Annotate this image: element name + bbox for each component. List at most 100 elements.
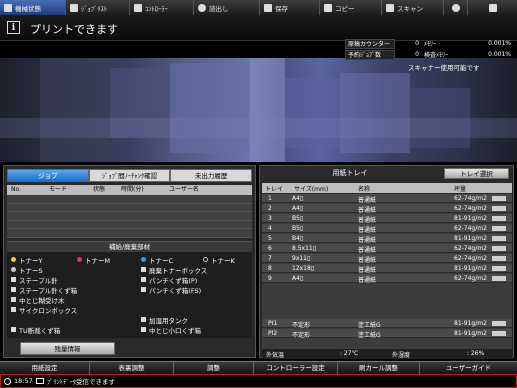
- remaining-info-button[interactable]: 残量情報: [20, 342, 115, 355]
- counter-value: 0: [415, 51, 419, 58]
- paper-level-icon: [492, 196, 506, 201]
- tab-language[interactable]: [444, 0, 468, 15]
- table-row[interactable]: 7 9x11▯ 普通紙 62-74g/m2: [262, 254, 512, 264]
- paper-level-icon: [492, 266, 506, 271]
- table-row[interactable]: 9 A4▯ 普通紙 62-74g/m2: [262, 274, 512, 284]
- humidity-label: 外湿度: [392, 352, 411, 359]
- tab-copy[interactable]: コピー: [320, 0, 382, 15]
- memory-label: ﾒﾓﾘｰ: [424, 41, 437, 48]
- column-header: サイズ(mm): [294, 186, 329, 193]
- tab-jobs[interactable]: ジョブ: [7, 169, 89, 182]
- column-header: 名称: [358, 186, 371, 193]
- table-row[interactable]: PI2 不定形 塗工紙G 81-91g/m2: [262, 329, 512, 339]
- tab-machine-status[interactable]: 機械状態: [0, 0, 66, 15]
- column-header: モード: [49, 186, 68, 193]
- tab-label: スキャン: [397, 4, 423, 13]
- table-row[interactable]: 8 12x18▯ 普通紙 81-91g/m2: [262, 264, 512, 274]
- environment-readout: 外気温 : 27℃ 外湿度 : 26%: [262, 349, 512, 359]
- scanner-status: スキャナー使用可能です: [408, 64, 480, 72]
- top-tab-bar: 機械状態 ｼﾞｮﾌﾞﾘｽﾄ ｺﾝﾄﾛｰﾗｰ 読出し 保存 コピー スキャン: [0, 0, 517, 15]
- paper-tray-panel: 用紙トレイ トレイ選択 トレイ サイズ(mm) 名称 坪量 1 A4▯ 普通紙 62-…: [259, 165, 514, 359]
- supply-item: パンチくず箱(P): [141, 275, 197, 285]
- status-bar: 18:57 ﾌﾟﾘﾝﾄﾃﾞｰﾀ受信できます: [0, 374, 517, 388]
- punch-box-icon: [141, 277, 146, 282]
- save-icon: [264, 3, 272, 12]
- tray-name: 塗工紙G: [358, 322, 381, 329]
- tray-weight: 81-91g/m2: [454, 320, 487, 327]
- controller-settings-button[interactable]: コントローラー設定: [254, 361, 338, 374]
- tray-name: 普通紙: [358, 267, 377, 274]
- tray-name: 塗工紙G: [358, 332, 381, 339]
- tab-save[interactable]: 保存: [260, 0, 320, 15]
- table-row[interactable]: [7, 195, 252, 204]
- table-row[interactable]: [7, 204, 252, 212]
- tab-label: ｺﾝﾄﾛｰﾗｰ: [145, 4, 168, 13]
- front-back-adjust-button[interactable]: 表裏調整: [90, 361, 174, 374]
- tray-tray: 1: [268, 195, 272, 202]
- table-row[interactable]: 2 A4▯ 普通紙 62-74g/m2: [262, 204, 512, 214]
- tray-name: 普通紙: [358, 277, 377, 284]
- tray-size: A4▯: [292, 195, 304, 202]
- copy-icon: [324, 3, 332, 12]
- tab-menu[interactable]: [468, 0, 517, 15]
- tab-controller[interactable]: ｺﾝﾄﾛｰﾗｰ: [130, 0, 194, 15]
- tray-weight: 81-91g/m2: [454, 265, 487, 272]
- paper-level-icon: [492, 206, 506, 211]
- tray-tray: 6: [268, 245, 272, 252]
- table-row[interactable]: PI1 不定形 塗工紙G 81-91g/m2: [262, 319, 512, 329]
- tray-name: 普通紙: [358, 217, 377, 224]
- table-row[interactable]: [7, 229, 252, 238]
- tab-label: ｼﾞｮﾌﾞﾘｽﾄ: [81, 4, 107, 13]
- table-row[interactable]: [7, 221, 252, 229]
- tray-name: 普通紙: [358, 207, 377, 214]
- tab-readout[interactable]: 読出し: [194, 0, 260, 15]
- tray-tray: 2: [268, 205, 272, 212]
- table-row[interactable]: 6 8.5x11▯ 普通紙 62-74g/m2: [262, 244, 512, 254]
- column-header: 状態: [93, 186, 106, 193]
- tray-weight: 81-91g/m2: [454, 235, 487, 242]
- table-row[interactable]: 4 B5▯ 普通紙 62-74g/m2: [262, 224, 512, 234]
- curl-adjust-button[interactable]: 刷カール調整: [338, 361, 420, 374]
- tray-name: 普通紙: [358, 227, 377, 234]
- tray-tray: 8: [268, 265, 272, 272]
- tray-panel-title: 用紙トレイ: [332, 169, 368, 177]
- table-row[interactable]: 5 B4▯ 普通紙 81-91g/m2: [262, 234, 512, 244]
- background-photo: [0, 58, 517, 162]
- toner-k-icon: [203, 257, 208, 262]
- tray-weight: 62-74g/m2: [454, 225, 487, 232]
- tab-job-check[interactable]: ｼﾞｮﾌﾞ間ﾉｰﾁｬﾝｸ確認: [88, 169, 171, 182]
- tray-size: 不定形: [292, 332, 311, 339]
- temperature-value: : 27℃: [340, 350, 359, 357]
- tray-table: 1 A4▯ 普通紙 62-74g/m2 2 A4▯ 普通紙 62-74g/m2 3 B5▯ 普通紙 8…: [262, 194, 512, 352]
- counter-row: 予約ｼﾞｮﾌﾞ数 0 検査ﾒﾓﾘｰ 0.001%: [345, 49, 515, 60]
- tray-size: A4▯: [292, 205, 304, 212]
- tab-scan[interactable]: スキャン: [382, 0, 444, 15]
- table-row[interactable]: 1 A4▯ 普通紙 62-74g/m2: [262, 194, 512, 204]
- supply-item: トナーY: [11, 255, 42, 265]
- supply-item: 中とじ糊受け木: [11, 295, 65, 305]
- supply-item: トナーK: [203, 255, 235, 265]
- tray-select-button[interactable]: トレイ選択: [444, 168, 509, 179]
- tab-unprinted-history[interactable]: 未出力履歴: [170, 169, 253, 182]
- cyclone-box-icon: [11, 307, 16, 312]
- adjust-button[interactable]: 調整: [174, 361, 254, 374]
- counter-label: 予約ｼﾞｮﾌﾞ数: [345, 49, 395, 60]
- job-supply-panel: ジョブ ｼﾞｮﾌﾞ間ﾉｰﾁｬﾝｸ確認 未出力履歴 No. モード 状態 時間(分…: [3, 165, 256, 358]
- job-tabs: ジョブ ｼﾞｮﾌﾞ間ﾉｰﾁｬﾝｸ確認 未出力履歴: [7, 169, 253, 182]
- status-message: ﾌﾟﾘﾝﾄﾃﾞｰﾀ受信できます: [46, 378, 115, 386]
- tray-weight: 62-74g/m2: [454, 195, 487, 202]
- table-row[interactable]: 3 B5▯ 普通紙 81-91g/m2: [262, 214, 512, 224]
- controller-icon: [134, 3, 142, 12]
- tab-label: コピー: [335, 4, 355, 13]
- globe-icon: [451, 3, 460, 12]
- table-row[interactable]: [7, 212, 252, 221]
- paper-level-icon: [492, 331, 506, 336]
- tab-job-list[interactable]: ｼﾞｮﾌﾞﾘｽﾄ: [66, 0, 130, 15]
- paper-settings-button[interactable]: 用紙設定: [0, 361, 90, 374]
- tab-label: 機械状態: [15, 4, 41, 13]
- supply-item: 中とじ小口くず箱: [141, 325, 201, 335]
- tray-weight: 62-74g/m2: [454, 245, 487, 252]
- column-header: 時間(分): [121, 186, 144, 193]
- paper-level-icon: [492, 226, 506, 231]
- user-guide-button[interactable]: ユーザーガイド: [420, 361, 517, 374]
